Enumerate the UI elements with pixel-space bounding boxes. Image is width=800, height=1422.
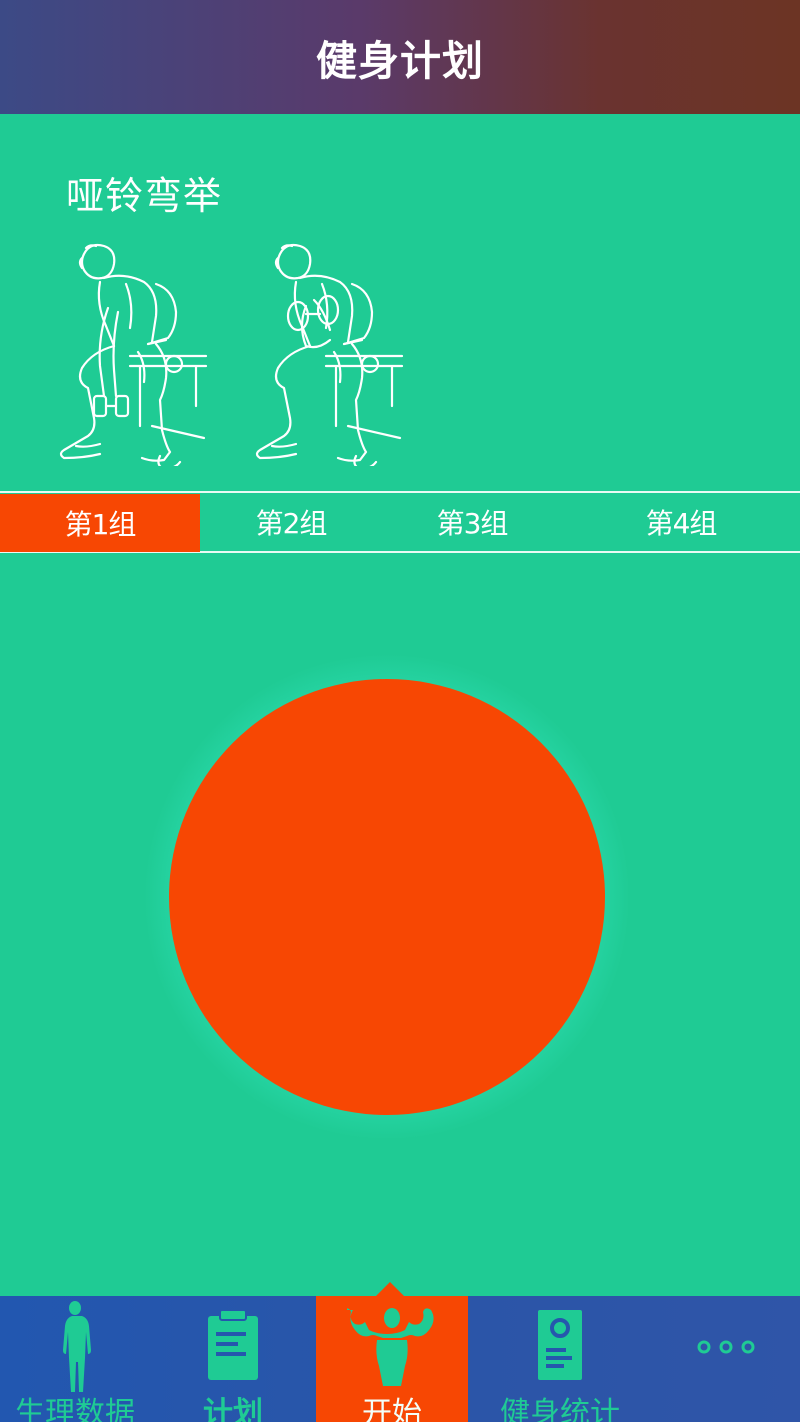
nav-item-plan[interactable]: 计划 (150, 1296, 316, 1422)
nav-label-body-data: 生理数据 (15, 1396, 135, 1422)
report-icon (538, 1310, 582, 1380)
exercise-name: 哑铃弯举 (66, 174, 223, 218)
dumbbell-curl-down-icon (59, 243, 208, 466)
tab-set-4[interactable]: 第4组 (562, 493, 800, 551)
tab-set-3[interactable]: 第3组 (382, 493, 562, 551)
nav-item-more[interactable] (652, 1296, 800, 1422)
tab-set-2[interactable]: 第2组 (200, 493, 382, 551)
nav-item-start[interactable]: 开始 (316, 1296, 468, 1422)
page-title: 健身计划 (316, 37, 484, 85)
nav-item-statistics[interactable]: 健身统计 (468, 1296, 652, 1422)
nav-label-start: 开始 (362, 1396, 422, 1422)
more-dots-icon (697, 1340, 755, 1354)
bodybuilder-icon (347, 1308, 434, 1386)
fitness-plan-screen: 健身计划 哑铃弯举 第1组 第2组 第3组 第4组 生理数据 计划 开始 健身统… (0, 0, 800, 1422)
active-tab-indicator (376, 1282, 404, 1296)
clipboard-icon (208, 1310, 258, 1380)
tab-set-1[interactable]: 第1组 (0, 494, 200, 552)
dumbbell-curl-up-icon (255, 243, 404, 466)
set-tabs: 第1组 第2组 第3组 第4组 (0, 491, 800, 553)
start-button[interactable] (169, 679, 605, 1115)
nav-item-body-data[interactable]: 生理数据 (0, 1296, 150, 1422)
nav-label-statistics: 健身统计 (500, 1396, 620, 1422)
body-silhouette-icon (63, 1301, 91, 1392)
nav-label-plan: 计划 (203, 1396, 263, 1422)
bottom-nav: 生理数据 计划 开始 健身统计 (0, 1296, 800, 1422)
app-header: 健身计划 (0, 0, 800, 114)
